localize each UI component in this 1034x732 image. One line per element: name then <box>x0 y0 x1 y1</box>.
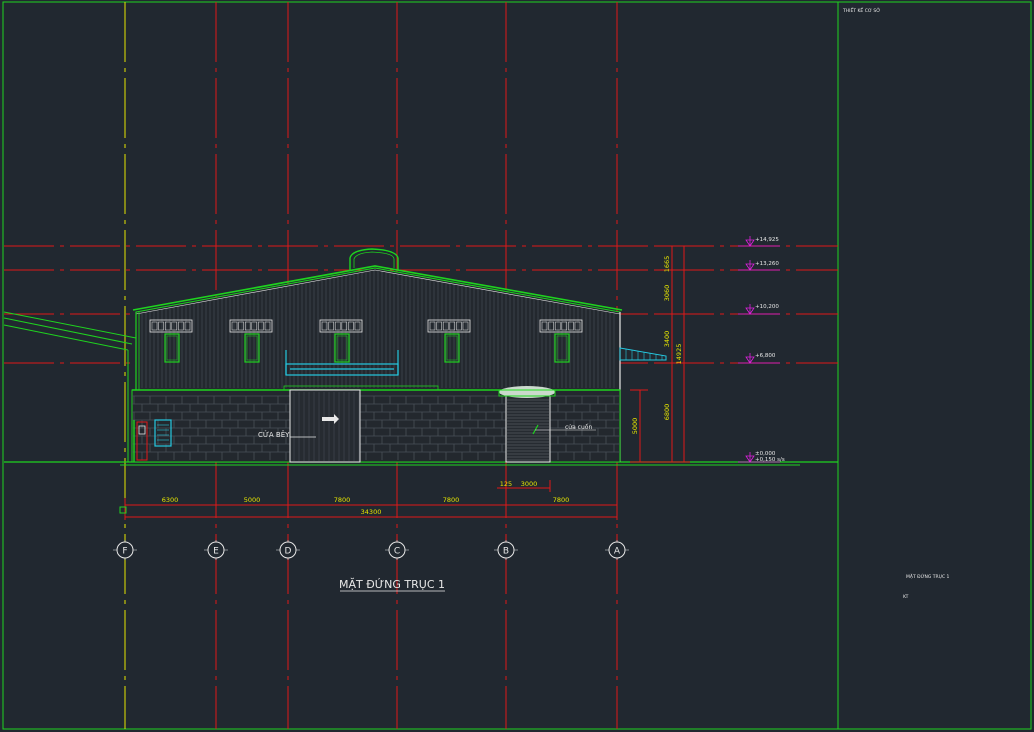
dim-3400: 3400 <box>663 331 671 348</box>
span-total: 34300 <box>361 508 382 516</box>
span-4: 7800 <box>443 496 460 504</box>
cad-drawing: CỬA BÊY cửa cuốn 1665 3060 3400 6800 500… <box>2 1 1032 730</box>
span-5: 7800 <box>553 496 570 504</box>
elevation-6: +0,150 s/s <box>755 457 785 463</box>
axis-label-d: D <box>285 547 292 557</box>
axis-label-f: F <box>122 547 127 557</box>
axis-label-e: E <box>213 547 219 557</box>
axis-bubble-e: E <box>204 540 228 560</box>
axis-bubble-b: B <box>494 540 518 560</box>
door-annotation: CỬA BÊY <box>258 430 290 439</box>
axis-bubble-f: F <box>113 540 137 560</box>
axis-label-c: C <box>394 547 400 557</box>
dim-6800: 6800 <box>663 404 671 421</box>
axis-bubble-d: D <box>276 540 300 560</box>
dim-1665: 1665 <box>663 256 671 273</box>
elevation-1: +14,925 <box>755 237 779 243</box>
axis-label-b: B <box>503 547 509 557</box>
span-1: 6300 <box>162 496 179 504</box>
dim-total-height: 14925 <box>675 344 683 365</box>
sidebar-code: KT <box>903 594 909 600</box>
main-door <box>289 389 361 463</box>
sidebar-header: THIẾT KẾ CƠ SỞ <box>842 6 880 14</box>
adjacent-roof <box>3 311 137 462</box>
axis-bubble-a: A <box>605 540 629 560</box>
dim-125: 125 <box>500 480 512 488</box>
door-annotation-2: cửa cuốn <box>565 424 592 431</box>
drawing-title: MẶT ĐỨNG TRỤC 1 <box>339 578 445 591</box>
elevation-3: +10,200 <box>755 304 779 310</box>
sidebar-title: MẶT ĐỨNG TRỤC 1 <box>906 573 950 580</box>
axis-bubbles: FEDCBA <box>113 540 629 560</box>
dim-5000: 5000 <box>631 418 639 435</box>
span-3: 7800 <box>334 496 351 504</box>
elevation-2: +13,260 <box>755 261 779 267</box>
dim-3000: 3000 <box>521 480 538 488</box>
right-canopy <box>619 347 667 361</box>
elevation-markers <box>738 236 780 463</box>
axis-bubble-c: C <box>385 540 409 560</box>
axis-label-a: A <box>614 547 621 557</box>
span-2: 5000 <box>244 496 261 504</box>
dim-3060: 3060 <box>663 285 671 302</box>
elevation-4: +6,800 <box>755 353 776 359</box>
